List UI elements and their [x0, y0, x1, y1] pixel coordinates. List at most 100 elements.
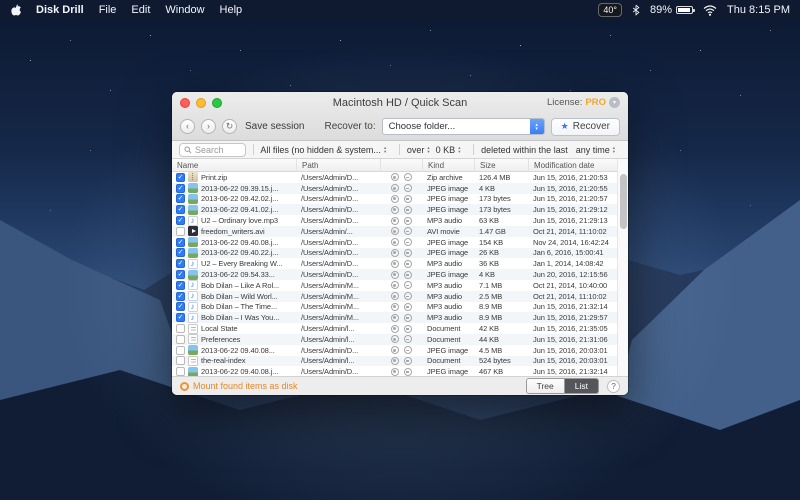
preview-eye-icon[interactable]: [390, 184, 399, 193]
vertical-scrollbar[interactable]: [617, 159, 628, 376]
menu-edit[interactable]: Edit: [131, 4, 150, 16]
preview-eye-icon[interactable]: [390, 259, 399, 268]
recovery-chance-icon[interactable]: [403, 227, 412, 236]
recovery-chance-icon[interactable]: [403, 281, 412, 290]
recovery-chance-icon[interactable]: [403, 238, 412, 247]
preview-eye-icon[interactable]: [390, 292, 399, 301]
row-checkbox[interactable]: [176, 345, 185, 355]
save-session-button[interactable]: Save session: [245, 121, 304, 132]
preview-eye-icon[interactable]: [390, 205, 399, 214]
preview-eye-icon[interactable]: [390, 194, 399, 203]
table-row[interactable]: ✓ 2013-06-22 09.40.22.j... /Users/Admin/D.…: [172, 247, 617, 259]
preview-eye-icon[interactable]: [390, 367, 399, 376]
menu-disk-drill[interactable]: Disk Drill: [36, 4, 84, 16]
wifi-icon[interactable]: [703, 4, 717, 16]
table-row[interactable]: ✓ 2013-06-22 09.40.08.j... /Users/Admin/D.…: [172, 237, 617, 248]
zoom-button[interactable]: [212, 97, 222, 108]
row-checkbox[interactable]: ✓: [176, 291, 185, 301]
recovery-chance-icon[interactable]: [403, 205, 412, 214]
row-checkbox[interactable]: [176, 356, 185, 366]
back-button[interactable]: ‹: [180, 119, 195, 134]
column-header-modification-date[interactable]: Modification date: [528, 159, 617, 172]
tree-view-button[interactable]: Tree: [526, 379, 565, 393]
row-checkbox[interactable]: ✓: [176, 270, 185, 280]
row-checkbox[interactable]: [176, 367, 185, 376]
preview-eye-icon[interactable]: [390, 335, 399, 344]
license-status[interactable]: License: PRO ▾: [547, 97, 620, 108]
recovery-chance-icon[interactable]: [403, 216, 412, 225]
table-row[interactable]: ✓ Bob Dilan – I Was You... /Users/Admin/M.…: [172, 312, 617, 324]
table-row[interactable]: ✓ Bob Dilan – Like A Rol... /Users/Admin/M…: [172, 280, 617, 291]
table-row[interactable]: ✓ 2013-06-22 09.41.02.j... /Users/Admin/D.…: [172, 204, 617, 216]
table-row[interactable]: the-real-index/Users/Admin/l... Document 5…: [172, 355, 617, 367]
title-bar[interactable]: Macintosh HD / Quick Scan License: PRO ▾: [172, 92, 628, 113]
table-row[interactable]: ✓ Bob Dilan – The Time... /Users/Admin/M..…: [172, 301, 617, 313]
time-filter[interactable]: any time ▴ ▾: [576, 145, 615, 155]
table-row[interactable]: ✓ 2013-06-22 09.42.02.j... /Users/Admin/D.…: [172, 193, 617, 205]
preview-eye-icon[interactable]: [390, 248, 399, 257]
table-row[interactable]: 2013-06-22 09.40.08... /Users/Admin/D... J…: [172, 345, 617, 356]
preview-eye-icon[interactable]: [390, 302, 399, 311]
row-checkbox[interactable]: ✓: [176, 313, 185, 323]
table-row[interactable]: ✓ 2013-06-22 09.54.33... /Users/Admin/D...…: [172, 269, 617, 280]
scrollbar-thumb[interactable]: [619, 174, 627, 229]
recovery-chance-icon[interactable]: [403, 356, 412, 365]
recovery-chance-icon[interactable]: [403, 270, 412, 279]
help-button[interactable]: ?: [607, 379, 620, 393]
rescan-button[interactable]: ↻: [222, 119, 237, 134]
row-checkbox[interactable]: ✓: [176, 237, 185, 247]
row-checkbox[interactable]: ✓: [176, 280, 185, 290]
minimize-button[interactable]: [196, 97, 206, 108]
table-row[interactable]: ✓ Print.zip/Users/Admin/D... Zip archive 12…: [172, 172, 617, 183]
recovery-chance-icon[interactable]: [403, 346, 412, 355]
table-row[interactable]: ✓ U2 – Every Breaking W... /Users/Admin/D.…: [172, 258, 617, 269]
forward-button[interactable]: ›: [201, 119, 216, 134]
recovery-chance-icon[interactable]: [403, 259, 412, 268]
license-chevron-icon[interactable]: ▾: [609, 97, 620, 108]
recovery-chance-icon[interactable]: [403, 313, 412, 322]
row-checkbox[interactable]: [176, 324, 185, 334]
recovery-chance-icon[interactable]: [403, 302, 412, 311]
preview-eye-icon[interactable]: [390, 238, 399, 247]
recovery-chance-icon[interactable]: [403, 367, 412, 376]
row-checkbox[interactable]: ✓: [176, 205, 185, 215]
recovery-chance-icon[interactable]: [403, 324, 412, 333]
column-header-path[interactable]: Path: [296, 159, 380, 172]
row-checkbox[interactable]: ✓: [176, 216, 185, 226]
preview-eye-icon[interactable]: [390, 356, 399, 365]
recovery-chance-icon[interactable]: [403, 248, 412, 257]
preview-eye-icon[interactable]: [390, 346, 399, 355]
close-button[interactable]: [180, 97, 190, 108]
menu-file[interactable]: File: [99, 4, 117, 16]
row-checkbox[interactable]: ✓: [176, 259, 185, 269]
table-row[interactable]: Local State/Users/Admin/l... Document 42 K…: [172, 323, 617, 334]
table-row[interactable]: Preferences/Users/Admin/l... Document 44 K…: [172, 333, 617, 345]
list-view-button[interactable]: List: [564, 379, 598, 393]
apple-menu[interactable]: [10, 3, 22, 17]
recover-destination-select[interactable]: Choose folder... ▴ ▾: [381, 118, 545, 135]
preview-eye-icon[interactable]: [390, 227, 399, 236]
file-type-filter[interactable]: All files (no hidden & system... ▴ ▾: [260, 145, 386, 155]
recover-button[interactable]: ★ Recover: [550, 117, 620, 136]
disk-temperature-badge[interactable]: 40°: [598, 3, 622, 17]
menu-help[interactable]: Help: [220, 4, 243, 16]
battery-status[interactable]: 89%: [650, 4, 696, 16]
size-value-filter[interactable]: 0 KB ▴ ▾: [436, 145, 461, 155]
recovery-chance-icon[interactable]: [403, 292, 412, 301]
table-row[interactable]: 2013-06-22 09.40.08.j... /Users/Admin/D..…: [172, 366, 617, 376]
table-row[interactable]: freedom_writers.avi/Users/Admin/... AVI m…: [172, 225, 617, 237]
search-input[interactable]: Search: [179, 142, 246, 157]
column-header-name[interactable]: Name: [172, 159, 296, 172]
preview-eye-icon[interactable]: [390, 270, 399, 279]
row-checkbox[interactable]: ✓: [176, 302, 185, 312]
row-checkbox[interactable]: ✓: [176, 172, 185, 182]
bluetooth-icon[interactable]: [632, 4, 640, 16]
preview-eye-icon[interactable]: [390, 313, 399, 322]
recovery-chance-icon[interactable]: [403, 194, 412, 203]
preview-eye-icon[interactable]: [390, 324, 399, 333]
table-row[interactable]: ✓ Bob Dilan – Wild Worl... /Users/Admin/M.…: [172, 290, 617, 302]
row-checkbox[interactable]: ✓: [176, 183, 185, 193]
preview-eye-icon[interactable]: [390, 216, 399, 225]
preview-eye-icon[interactable]: [390, 281, 399, 290]
table-row[interactable]: ✓ U2 – Ordinary love.mp3/Users/Admin/D...…: [172, 215, 617, 226]
